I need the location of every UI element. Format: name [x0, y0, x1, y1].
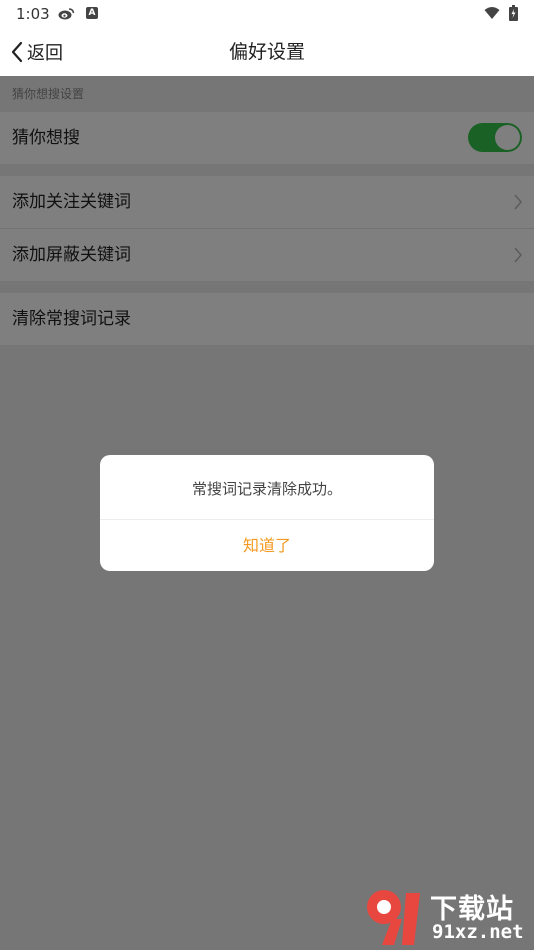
dialog-message: 常搜词记录清除成功。: [100, 455, 434, 520]
back-button[interactable]: 返回: [10, 28, 63, 76]
back-label: 返回: [27, 43, 63, 64]
notification-a-icon: A: [86, 7, 98, 19]
watermark-logo-icon: [367, 890, 420, 945]
alert-dialog: 常搜词记录清除成功。 知道了: [100, 455, 434, 571]
chevron-left-icon: [11, 41, 23, 63]
wifi-icon: [484, 7, 500, 19]
watermark-url: 91xz.net: [432, 921, 524, 943]
dialog-ok-button[interactable]: 知道了: [100, 520, 434, 571]
status-time: 1:03: [16, 5, 50, 23]
top-nav-bar: 返回 偏好设置: [0, 28, 534, 76]
weibo-icon: [58, 8, 75, 20]
battery-icon: [509, 5, 518, 21]
page-title: 偏好设置: [228, 41, 305, 63]
status-bar: 1:03 A: [0, 0, 534, 28]
watermark: 下载站 91xz.net: [362, 885, 532, 947]
